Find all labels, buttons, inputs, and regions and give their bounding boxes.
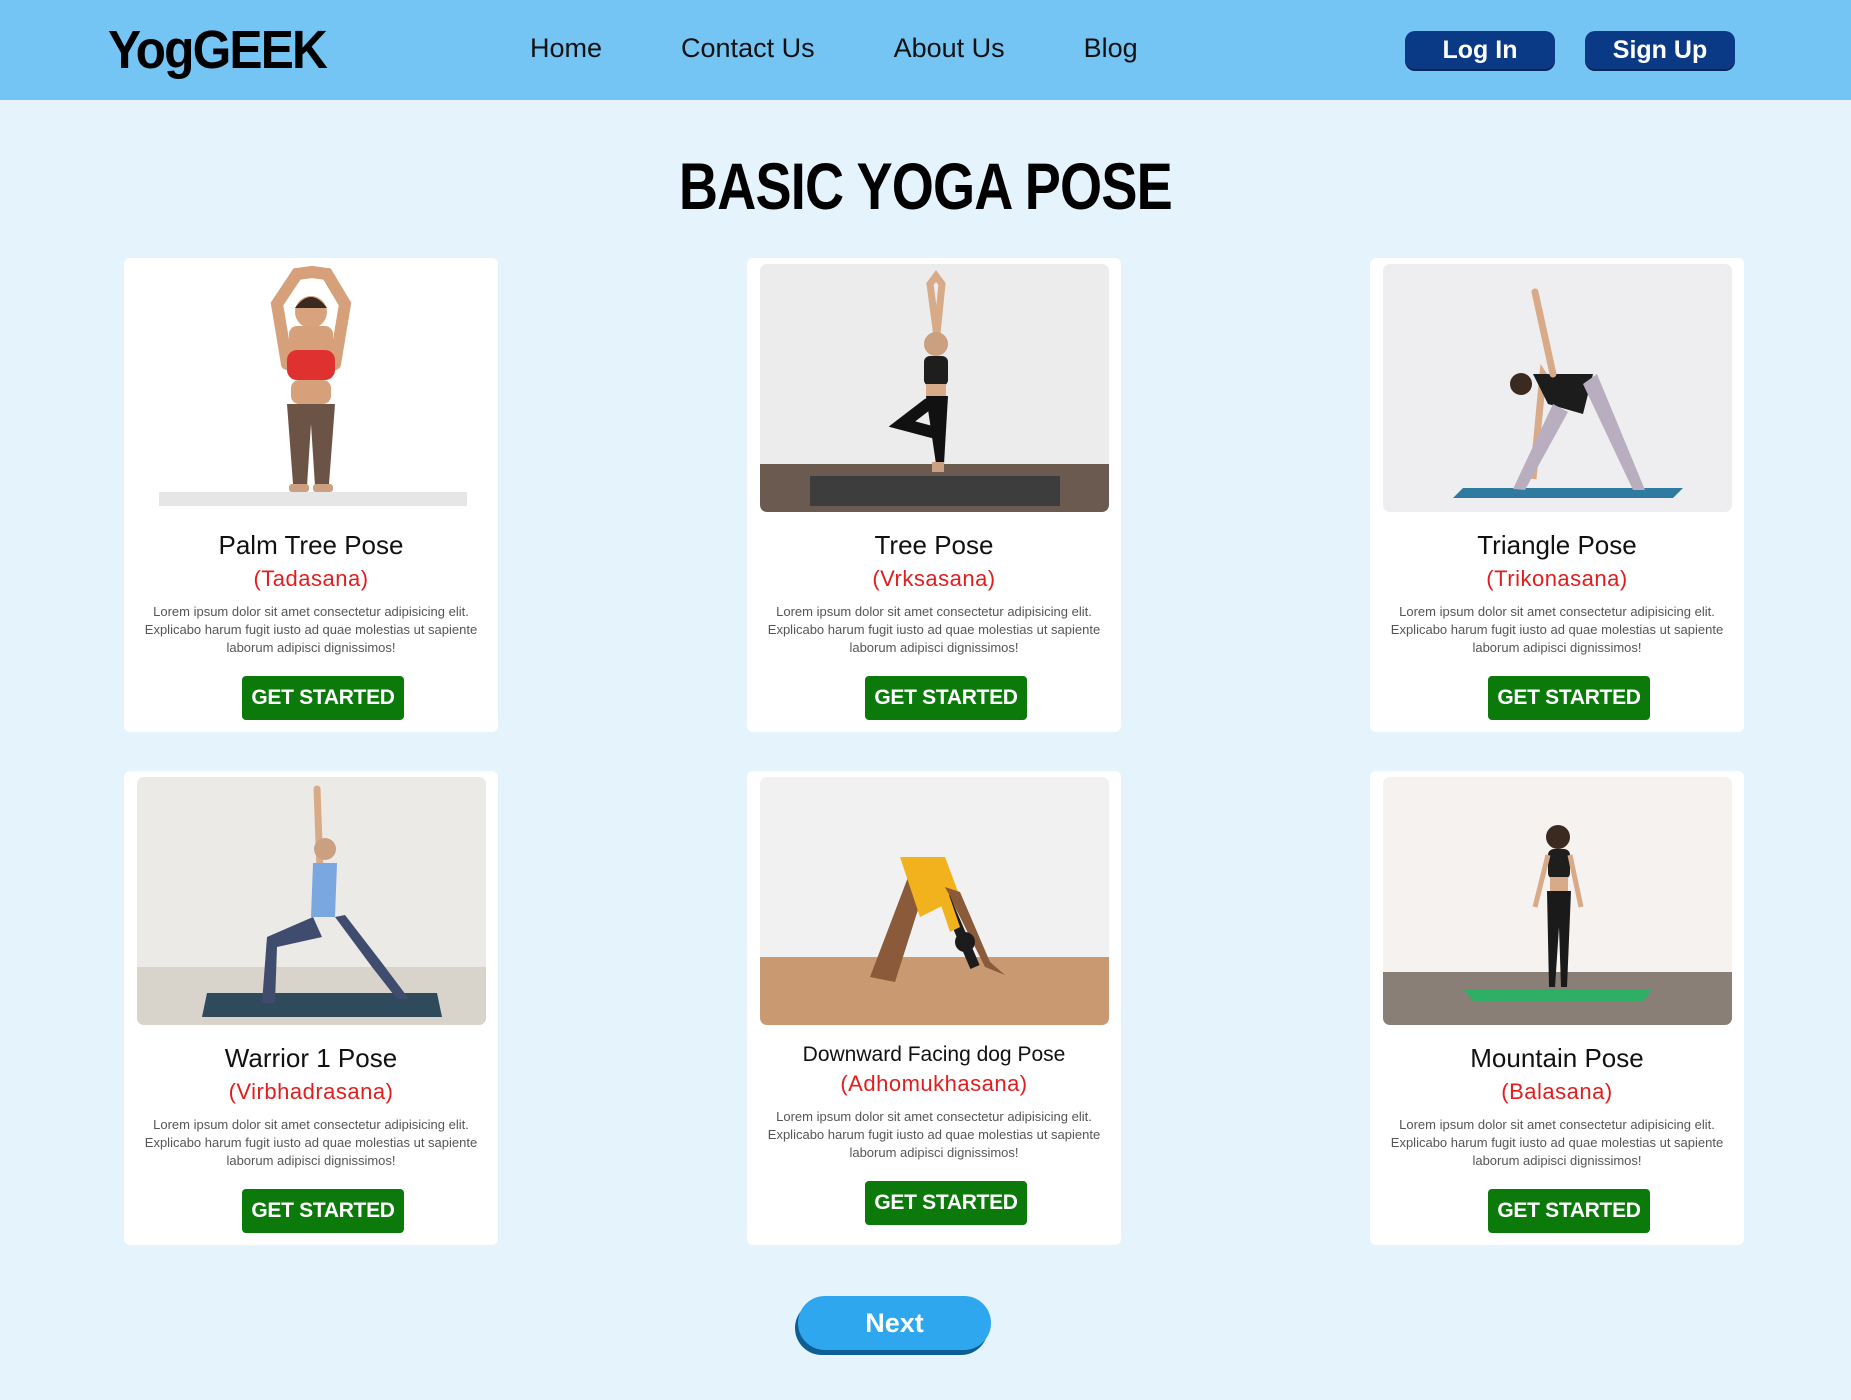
pose-name: Tree Pose	[874, 530, 994, 560]
pose-image	[1383, 264, 1732, 512]
nav-home-link[interactable]: Home	[530, 30, 602, 66]
pose-description: Lorem ipsum dolor sit amet consectetur a…	[144, 604, 478, 655]
get-started-button[interactable]: GET STARTED	[865, 1181, 1027, 1225]
pose-sanskrit-name: (Vrksasana)	[872, 566, 996, 591]
pose-sanskrit-name: (Tadasana)	[253, 566, 369, 591]
pose-image	[137, 264, 486, 512]
top-navbar: YogGEEK Home Contact Us About Us Blog Lo…	[0, 0, 1851, 100]
pose-name: Palm Tree Pose	[218, 530, 404, 560]
pose-sanskrit-name: (Adhomukhasana)	[840, 1071, 1028, 1096]
pose-card: Palm Tree Pose (Tadasana) Lorem ipsum do…	[124, 258, 498, 732]
pose-description: Lorem ipsum dolor sit amet consectetur a…	[1390, 604, 1724, 655]
pose-card: Triangle Pose (Trikonasana) Lorem ipsum …	[1370, 258, 1744, 732]
pose-sanskrit-name: (Trikonasana)	[1486, 566, 1628, 591]
pose-sanskrit-name: (Balasana)	[1501, 1079, 1613, 1104]
next-page-button[interactable]: Next	[798, 1296, 991, 1350]
pose-name: Triangle Pose	[1477, 530, 1637, 560]
site-logo[interactable]: YogGEEK	[108, 18, 328, 82]
pose-description: Lorem ipsum dolor sit amet consectetur a…	[144, 1117, 478, 1168]
signup-button[interactable]: Sign Up	[1585, 31, 1735, 69]
get-started-button[interactable]: GET STARTED	[242, 676, 404, 720]
pose-description: Lorem ipsum dolor sit amet consectetur a…	[767, 604, 1101, 655]
pose-card: Downward Facing dog Pose (Adhomukhasana)…	[747, 771, 1121, 1245]
pose-card: Tree Pose (Vrksasana) Lorem ipsum dolor …	[747, 258, 1121, 732]
main-nav: Home Contact Us About Us Blog	[530, 30, 1217, 66]
login-button[interactable]: Log In	[1405, 31, 1555, 69]
pose-image	[760, 264, 1109, 512]
pose-description: Lorem ipsum dolor sit amet consectetur a…	[1390, 1117, 1724, 1168]
get-started-button[interactable]: GET STARTED	[242, 1189, 404, 1233]
pose-sanskrit-name: (Virbhadrasana)	[228, 1079, 394, 1104]
nav-contact-link[interactable]: Contact Us	[681, 30, 815, 66]
pose-image	[760, 777, 1109, 1025]
pose-name: Warrior 1 Pose	[224, 1043, 398, 1073]
get-started-button[interactable]: GET STARTED	[1488, 1189, 1650, 1233]
pose-description: Lorem ipsum dolor sit amet consectetur a…	[767, 1109, 1101, 1160]
page-title: BASIC YOGA POSE	[678, 149, 1173, 223]
get-started-button[interactable]: GET STARTED	[1488, 676, 1650, 720]
nav-about-link[interactable]: About Us	[894, 30, 1005, 66]
pose-image	[137, 777, 486, 1025]
pose-name: Mountain Pose	[1470, 1043, 1644, 1073]
pose-name: Downward Facing dog Pose	[802, 1043, 1066, 1066]
pose-card: Mountain Pose (Balasana) Lorem ipsum dol…	[1370, 771, 1744, 1245]
pose-image	[1383, 777, 1732, 1025]
pose-card: Warrior 1 Pose (Virbhadrasana) Lorem ips…	[124, 771, 498, 1245]
nav-blog-link[interactable]: Blog	[1084, 30, 1138, 66]
get-started-button[interactable]: GET STARTED	[865, 676, 1027, 720]
